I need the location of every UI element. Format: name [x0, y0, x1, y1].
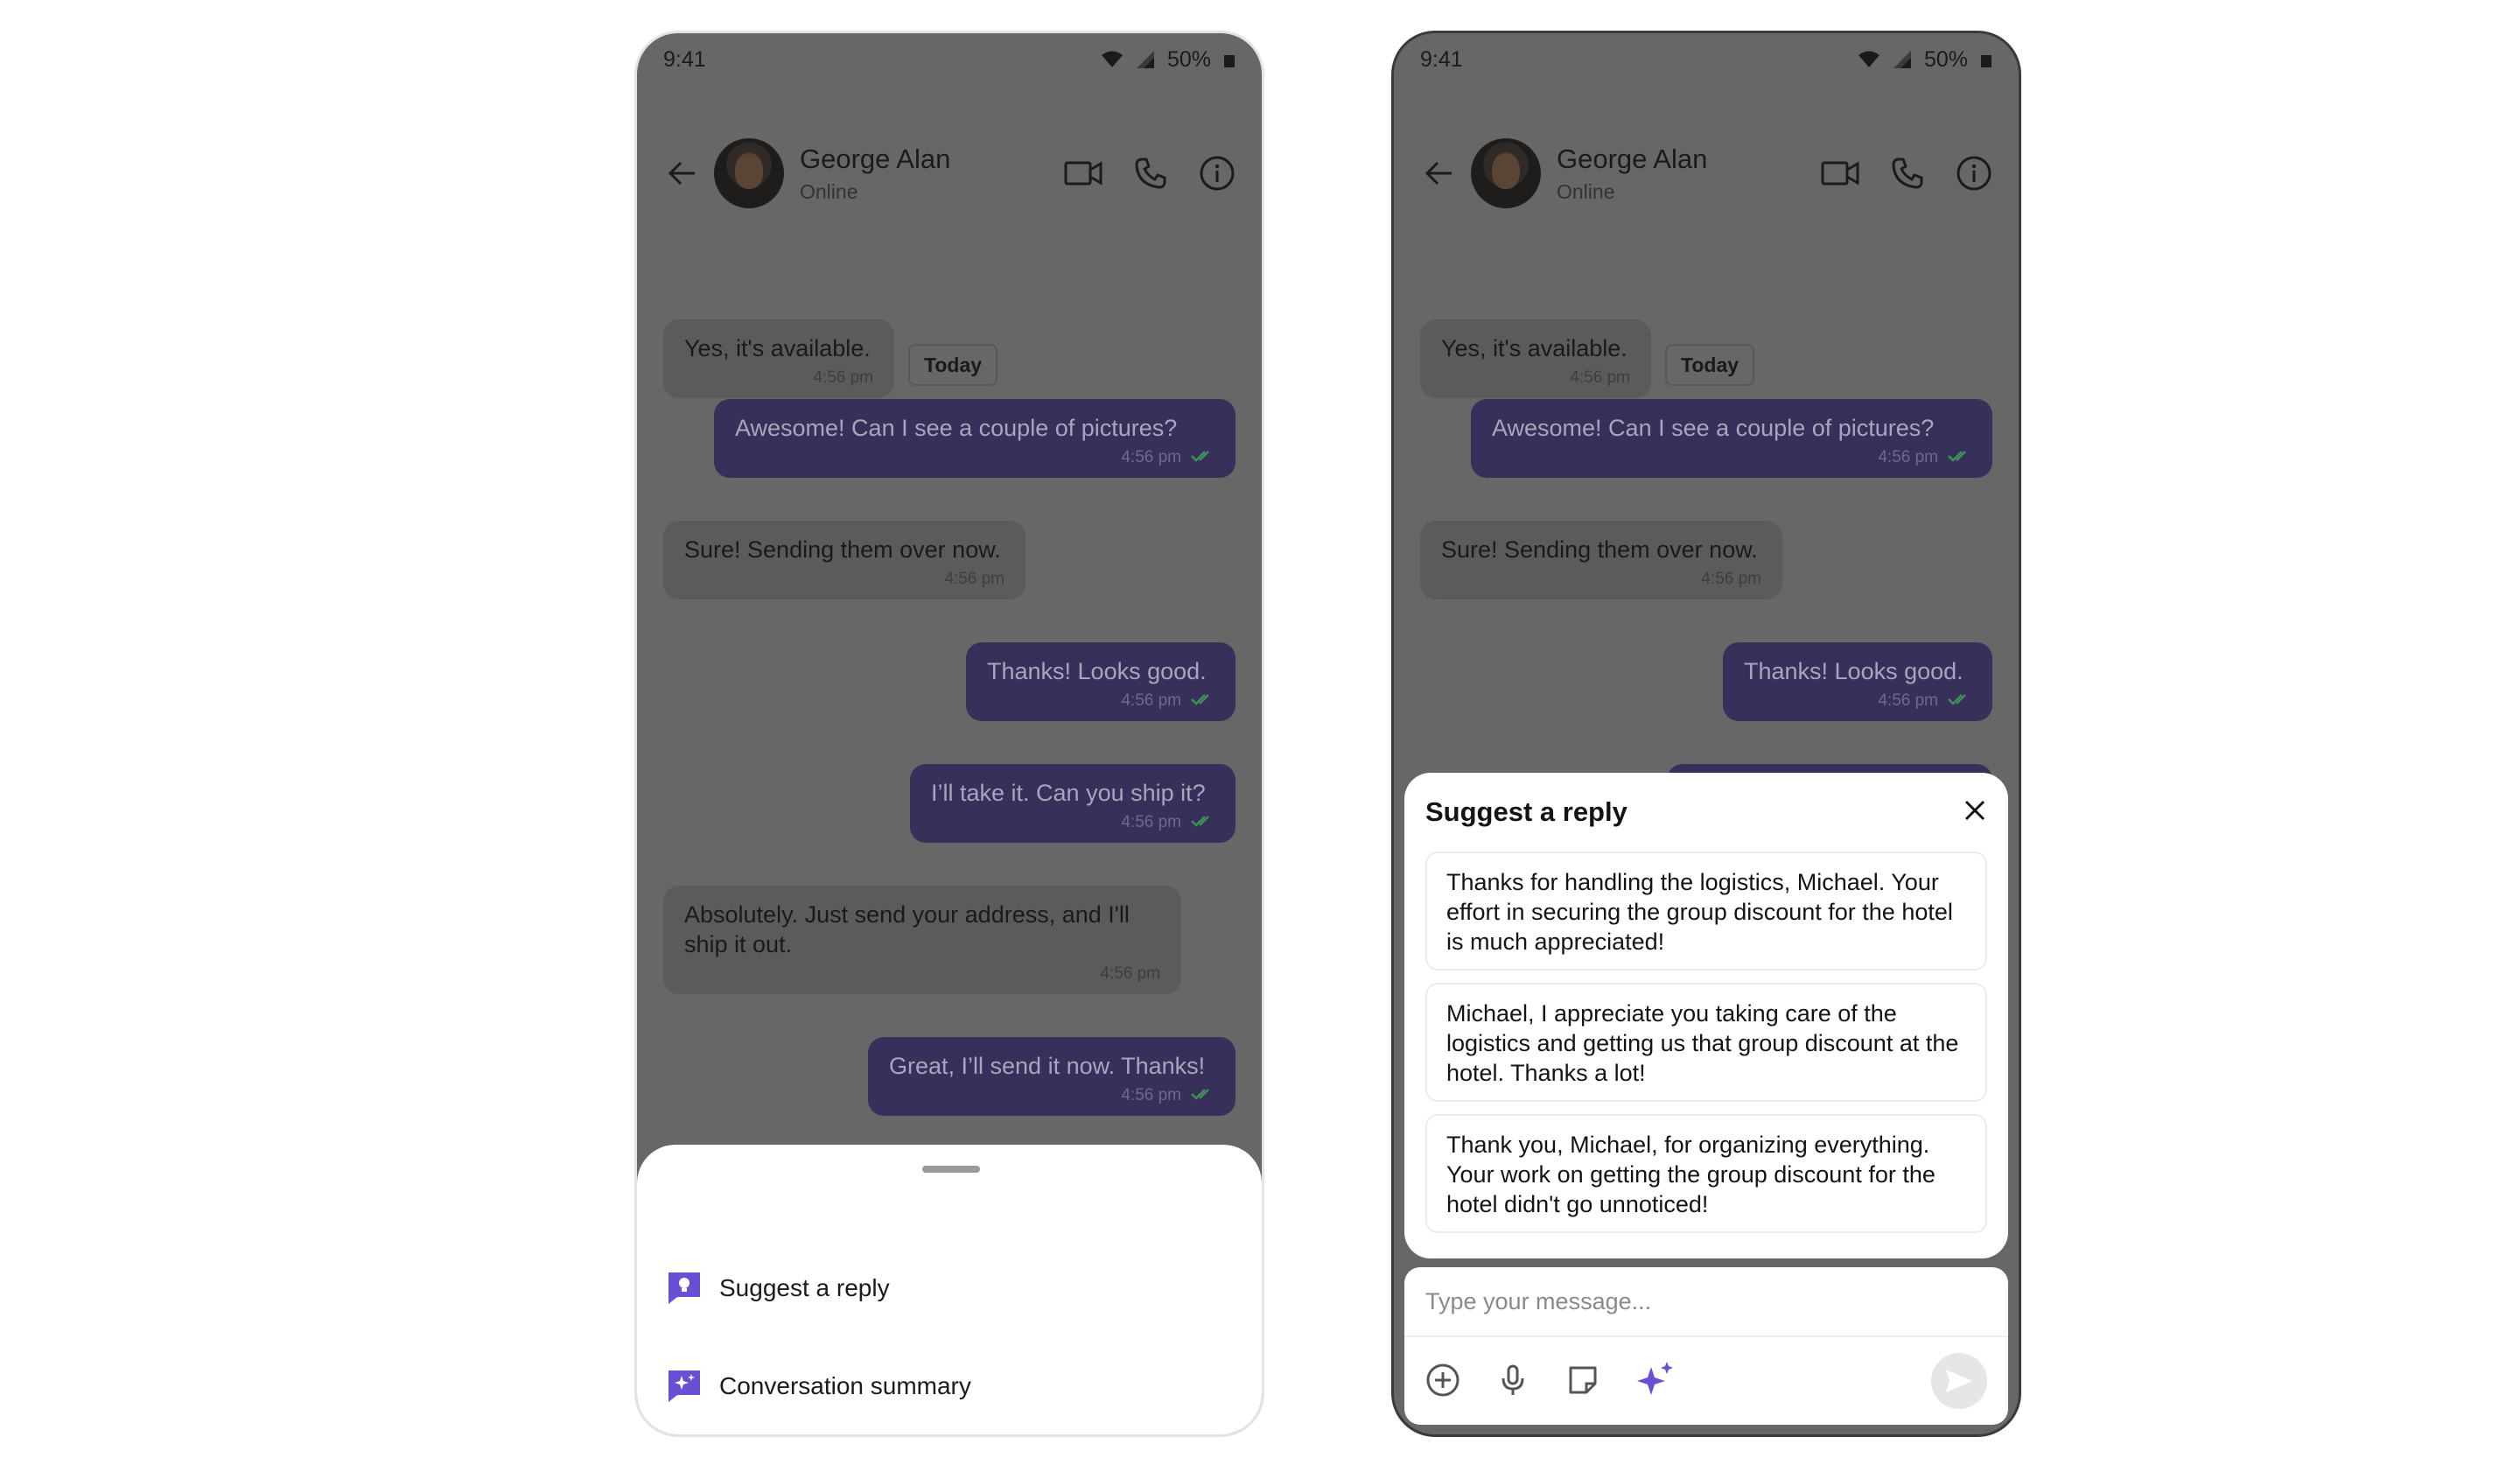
message-composer: Type your message... — [1404, 1267, 2008, 1425]
conversation-summary-icon — [667, 1369, 702, 1404]
message-time: 4:56 pm — [1121, 1086, 1181, 1104]
message-text: Awesome! Can I see a couple of pictures? — [735, 415, 1178, 441]
contact-info[interactable]: George Alan Online — [800, 144, 1064, 204]
phone-call-icon[interactable] — [1134, 157, 1167, 190]
contact-name: George Alan — [1557, 143, 1708, 174]
close-icon[interactable] — [1963, 798, 1987, 827]
message-bubble-incoming[interactable]: Sure! Sending them over now. 4:56 pm — [663, 521, 1026, 599]
chat-header: George Alan Online — [637, 112, 1262, 235]
wifi-icon — [1858, 51, 1880, 68]
avatar[interactable] — [714, 138, 784, 208]
contact-status: Online — [800, 179, 858, 203]
message-time: 4:56 pm — [1701, 570, 1761, 588]
sheet-item-suggest-reply[interactable]: Suggest a reply — [667, 1271, 890, 1306]
message-time: 4:56 pm — [1878, 448, 1938, 466]
sticker-icon[interactable] — [1565, 1363, 1600, 1398]
read-receipt-icon — [1190, 813, 1214, 832]
message-text: Awesome! Can I see a couple of pictures? — [1492, 415, 1935, 441]
message-bubble-outgoing[interactable]: Awesome! Can I see a couple of pictures?… — [1471, 399, 1992, 478]
read-receipt-icon — [1947, 448, 1971, 467]
status-bar: 9:41 50% — [637, 33, 1262, 86]
message-bubble-outgoing[interactable]: Thanks! Looks good. 4:56 pm — [1723, 642, 1992, 721]
video-call-icon[interactable] — [1821, 159, 1859, 187]
message-text: Yes, it's available. — [684, 335, 871, 361]
avatar[interactable] — [1471, 138, 1541, 208]
read-receipt-icon — [1190, 1086, 1214, 1105]
message-bubble-incoming[interactable]: Absolutely. Just send your address, and … — [663, 886, 1181, 994]
message-time: 4:56 pm — [1570, 368, 1630, 387]
suggestion-card[interactable]: Thanks for handling the logistics, Micha… — [1425, 852, 1987, 971]
battery-icon — [1223, 51, 1236, 68]
status-bar: 9:41 50% — [1394, 33, 2019, 86]
video-call-icon[interactable] — [1064, 159, 1102, 187]
message-time: 4:56 pm — [1121, 448, 1181, 466]
message-bubble-outgoing[interactable]: I’ll take it. Can you ship it? 4:56 pm — [910, 764, 1236, 843]
suggestion-card[interactable]: Michael, I appreciate you taking care of… — [1425, 983, 1987, 1102]
date-chip: Today — [1665, 344, 1755, 386]
message-input[interactable]: Type your message... — [1404, 1267, 2008, 1337]
message-bubble-outgoing[interactable]: Thanks! Looks good. 4:56 pm — [966, 642, 1236, 721]
wifi-icon — [1101, 51, 1124, 68]
battery-level: 50% — [1923, 46, 1968, 72]
read-receipt-icon — [1947, 691, 1971, 711]
contact-status: Online — [1557, 179, 1615, 203]
panel-title: Suggest a reply — [1425, 796, 1628, 827]
add-attachment-icon[interactable] — [1425, 1363, 1460, 1398]
read-receipt-icon — [1190, 691, 1214, 711]
contact-name: George Alan — [800, 143, 951, 174]
ai-sparkle-icon[interactable] — [1635, 1360, 1676, 1400]
message-time: 4:56 pm — [944, 570, 1004, 588]
message-time: 4:56 pm — [1121, 691, 1181, 710]
message-text: Thanks! Looks good. — [987, 658, 1207, 684]
status-time: 9:41 — [663, 46, 706, 72]
read-receipt-icon — [1190, 448, 1214, 467]
message-text: Sure! Sending them over now. — [684, 536, 1001, 563]
suggestion-card[interactable]: Thank you, Michael, for organizing every… — [1425, 1114, 1987, 1233]
suggest-reply-icon — [667, 1271, 702, 1306]
phone-screen-left: 9:41 50% George Alan Online Yes, it's av… — [634, 31, 1264, 1437]
sheet-drag-handle[interactable] — [922, 1166, 980, 1173]
battery-icon — [1980, 51, 1992, 68]
date-chip: Today — [908, 344, 998, 386]
message-text: Absolutely. Just send your address, and … — [684, 901, 1130, 957]
message-text: Sure! Sending them over now. — [1441, 536, 1758, 563]
message-bubble-incoming[interactable]: Yes, it's available. 4:56 pm — [1420, 319, 1651, 398]
message-bubble-outgoing[interactable]: Awesome! Can I see a couple of pictures?… — [714, 399, 1236, 478]
cellular-signal-icon — [1136, 50, 1155, 69]
sheet-item-label: Suggest a reply — [719, 1274, 890, 1301]
battery-level: 50% — [1166, 46, 1211, 72]
message-bubble-incoming[interactable]: Yes, it's available. 4:56 pm — [663, 319, 894, 398]
chat-header: George Alan Online — [1394, 112, 2019, 235]
message-text: Thanks! Looks good. — [1744, 658, 1964, 684]
send-button[interactable] — [1931, 1353, 1987, 1409]
back-arrow-icon[interactable] — [656, 147, 709, 200]
info-icon[interactable] — [1956, 155, 1992, 192]
phone-call-icon[interactable] — [1891, 157, 1924, 190]
microphone-icon[interactable] — [1495, 1363, 1530, 1398]
message-text: I’ll take it. Can you ship it? — [931, 780, 1206, 806]
info-icon[interactable] — [1199, 155, 1236, 192]
back-arrow-icon[interactable] — [1413, 147, 1466, 200]
message-text: Great, I’ll send it now. Thanks! — [889, 1053, 1206, 1079]
sheet-item-conversation-summary[interactable]: Conversation summary — [667, 1369, 971, 1404]
sheet-item-label: Conversation summary — [719, 1372, 971, 1399]
message-time: 4:56 pm — [1878, 691, 1938, 710]
message-text: Yes, it's available. — [1441, 335, 1628, 361]
suggest-reply-panel: Suggest a reply Thanks for handling the … — [1404, 773, 2008, 1258]
status-time: 9:41 — [1420, 46, 1463, 72]
phone-screen-right: 9:41 50% George Alan Online Yes, it's av… — [1391, 31, 2021, 1437]
message-bubble-outgoing[interactable]: Great, I’ll send it now. Thanks! 4:56 pm — [868, 1037, 1236, 1116]
send-icon — [1946, 1370, 1972, 1392]
cellular-signal-icon — [1893, 50, 1912, 69]
contact-info[interactable]: George Alan Online — [1557, 144, 1821, 204]
message-time: 4:56 pm — [1121, 813, 1181, 831]
message-time: 4:56 pm — [1100, 964, 1160, 983]
ai-actions-sheet: Suggest a reply Conversation summary — [637, 1145, 1262, 1434]
message-time: 4:56 pm — [813, 368, 873, 387]
message-bubble-incoming[interactable]: Sure! Sending them over now. 4:56 pm — [1420, 521, 1782, 599]
